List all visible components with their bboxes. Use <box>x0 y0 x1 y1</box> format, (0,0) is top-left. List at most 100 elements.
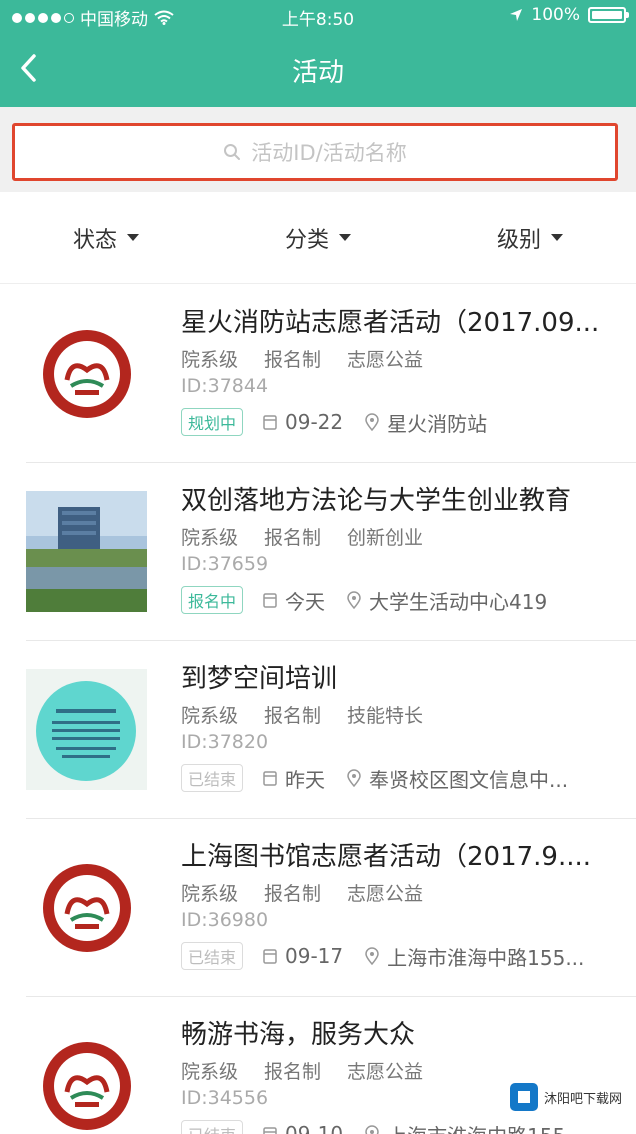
activity-level: 院系级 <box>181 705 239 727</box>
campus-photo-icon <box>26 491 147 612</box>
activity-tags: 院系级 报名制 创新创业 <box>181 523 631 551</box>
activity-thumbnail <box>26 669 147 790</box>
status-badge: 规划中 <box>181 408 244 436</box>
status-bar: 中国移动 上午8:50 100% <box>0 0 636 32</box>
activity-location: 上海市淮海中路155... <box>365 942 584 971</box>
date-text: 09-17 <box>285 944 344 968</box>
activity-date: 09-17 <box>263 944 343 968</box>
volunteer-badge-icon <box>42 329 131 418</box>
activity-date: 昨天 <box>263 764 325 793</box>
activity-id: ID:37659 <box>181 553 269 575</box>
activity-info: 上海图书馆志愿者活动（2017.9.... 院系级 报名制 志愿公益 ID:36… <box>181 839 631 971</box>
activity-meta: 报名中 今天 大学生活动中心419 <box>181 585 631 615</box>
location-text: 星火消防站 <box>387 411 488 436</box>
activity-meta: 已结束 昨天 奉贤校区图文信息中... <box>181 763 631 793</box>
activity-info: 畅游书海，服务大众 院系级 报名制 志愿公益 ID:34556 已结束 09-1… <box>181 1017 631 1134</box>
activity-thumbnail <box>26 847 147 968</box>
search-input[interactable]: 活动ID/活动名称 <box>12 123 618 181</box>
status-right: 100% <box>509 5 629 25</box>
location-pin-icon <box>347 591 361 609</box>
watermark-text: 沐阳吧下载网 <box>543 1091 622 1107</box>
filter-status[interactable]: 状态 <box>0 192 212 283</box>
top-bar: 中国移动 上午8:50 100% 活动 <box>0 0 636 107</box>
activity-level: 院系级 <box>181 883 239 905</box>
activity-thumbnail <box>26 1025 147 1134</box>
activity-location: 奉贤校区图文信息中... <box>347 764 568 793</box>
date-text: 昨天 <box>285 767 326 792</box>
activity-location: 大学生活动中心419 <box>347 586 547 615</box>
activity-id: ID:37844 <box>181 375 269 397</box>
filter-label: 状态 <box>72 227 117 253</box>
activity-list: 星火消防站志愿者活动（2017.09... 院系级 报名制 志愿公益 ID:37… <box>0 285 636 1134</box>
activity-location: 上海市淮海中路155... <box>365 1120 584 1134</box>
date-text: 09-10 <box>285 1122 344 1134</box>
status-badge: 报名中 <box>181 586 244 614</box>
activity-date: 今天 <box>263 586 325 615</box>
activity-info: 星火消防站志愿者活动（2017.09... 院系级 报名制 志愿公益 ID:37… <box>181 305 631 437</box>
location-text: 大学生活动中心419 <box>369 589 548 614</box>
activity-id: ID:36980 <box>181 909 269 931</box>
activity-title: 双创落地方法论与大学生创业教育 <box>181 486 572 516</box>
activity-tags: 院系级 报名制 技能特长 <box>181 701 631 729</box>
filter-bar: 状态 分类 级别 <box>0 192 636 284</box>
page-title: 活动 <box>291 58 344 88</box>
status-badge: 已结束 <box>181 1120 244 1134</box>
activity-info: 到梦空间培训 院系级 报名制 技能特长 ID:37820 已结束 昨天 奉贤校区… <box>181 661 631 793</box>
activity-date: 09-10 <box>263 1122 343 1134</box>
filter-category[interactable]: 分类 <box>212 192 424 283</box>
activity-meta: 已结束 09-17 上海市淮海中路155... <box>181 941 631 971</box>
calendar-icon <box>263 593 277 608</box>
filter-label: 分类 <box>284 227 329 253</box>
activity-title: 畅游书海，服务大众 <box>181 1020 416 1050</box>
activity-item[interactable]: 星火消防站志愿者活动（2017.09... 院系级 报名制 志愿公益 ID:37… <box>26 285 636 463</box>
activity-title: 星火消防站志愿者活动（2017.09... <box>181 308 600 338</box>
activity-item[interactable]: 双创落地方法论与大学生创业教育 院系级 报名制 创新创业 ID:37659 报名… <box>26 463 636 641</box>
activity-id: ID:37820 <box>181 731 269 753</box>
activity-tags: 院系级 报名制 志愿公益 <box>181 345 631 373</box>
location-pin-icon <box>347 769 361 787</box>
activity-mode: 报名制 <box>264 527 322 549</box>
calendar-icon <box>263 949 277 964</box>
filter-label: 级别 <box>496 227 541 253</box>
battery-percent: 100% <box>531 5 580 25</box>
activity-info: 双创落地方法论与大学生创业教育 院系级 报名制 创新创业 ID:37659 报名… <box>181 483 631 615</box>
search-area: 活动ID/活动名称 <box>0 107 636 192</box>
activity-level: 院系级 <box>181 349 239 371</box>
activity-category: 创新创业 <box>347 527 424 549</box>
activity-tags: 院系级 报名制 志愿公益 <box>181 879 631 907</box>
location-text: 奉贤校区图文信息中... <box>369 767 569 792</box>
training-poster-icon <box>26 669 147 790</box>
activity-category: 志愿公益 <box>347 349 424 371</box>
search-icon <box>224 144 241 160</box>
filter-level[interactable]: 级别 <box>424 192 636 283</box>
calendar-icon <box>263 771 277 786</box>
caret-down-icon <box>339 234 351 241</box>
date-text: 09-22 <box>285 410 344 434</box>
activity-title: 上海图书馆志愿者活动（2017.9.... <box>181 842 592 872</box>
activity-mode: 报名制 <box>264 1061 322 1083</box>
battery-icon <box>588 7 629 23</box>
activity-location: 星火消防站 <box>365 408 487 437</box>
nav-bar: 活动 <box>0 32 636 107</box>
caret-down-icon <box>551 234 563 241</box>
location-arrow-icon <box>510 9 523 21</box>
activity-date: 09-22 <box>263 410 343 434</box>
date-text: 今天 <box>285 589 326 614</box>
activity-category: 志愿公益 <box>347 883 424 905</box>
activity-mode: 报名制 <box>264 883 322 905</box>
location-text: 上海市淮海中路155... <box>387 945 585 970</box>
location-pin-icon <box>365 413 379 431</box>
activity-level: 院系级 <box>181 1061 239 1083</box>
activity-meta: 已结束 09-10 上海市淮海中路155... <box>181 1119 631 1134</box>
volunteer-badge-icon <box>42 1041 131 1130</box>
watermark: 沐阳吧下载网 <box>503 1080 628 1114</box>
location-pin-icon <box>365 1125 379 1134</box>
activity-item[interactable]: 上海图书馆志愿者活动（2017.9.... 院系级 报名制 志愿公益 ID:36… <box>26 819 636 997</box>
watermark-logo-icon <box>509 1083 538 1111</box>
search-placeholder: 活动ID/活动名称 <box>251 141 407 165</box>
status-badge: 已结束 <box>181 942 244 970</box>
activity-level: 院系级 <box>181 527 239 549</box>
activity-category: 志愿公益 <box>347 1061 424 1083</box>
activity-item[interactable]: 到梦空间培训 院系级 报名制 技能特长 ID:37820 已结束 昨天 奉贤校区… <box>26 641 636 819</box>
activity-category: 技能特长 <box>347 705 424 727</box>
